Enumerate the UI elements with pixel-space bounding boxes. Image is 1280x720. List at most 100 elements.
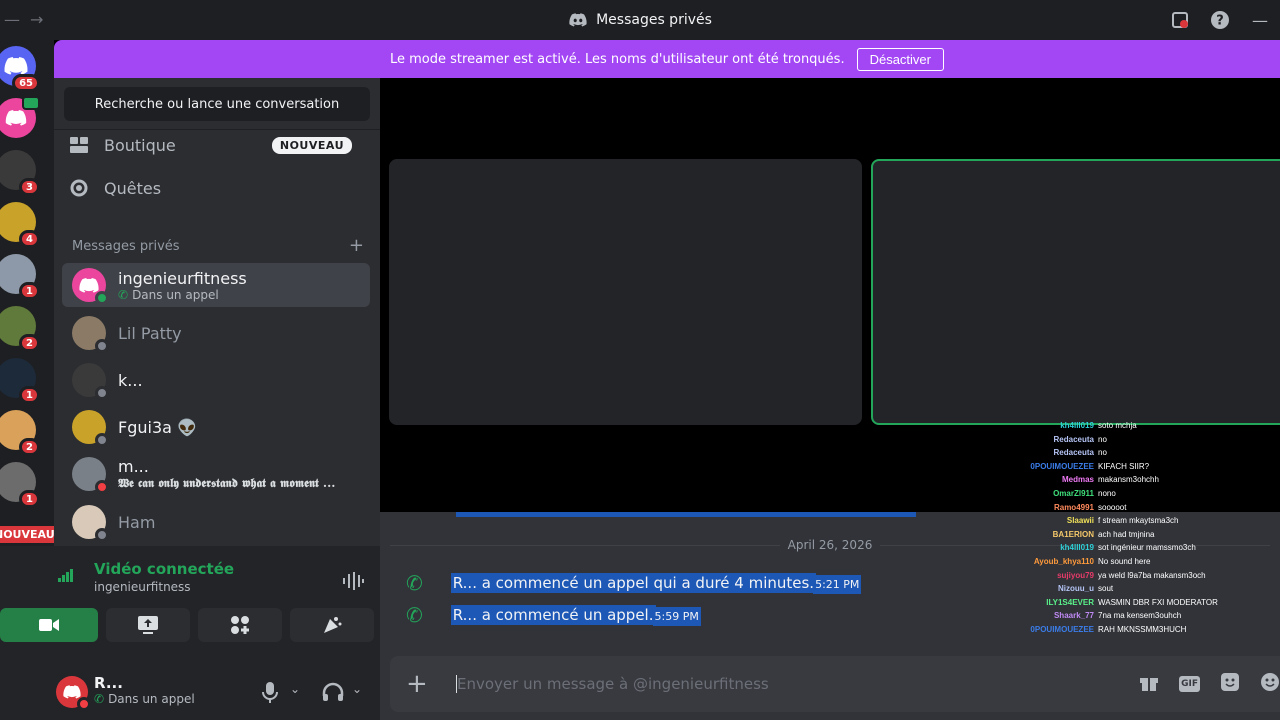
add-attachment-icon[interactable]: + (406, 669, 428, 699)
title-actions: ? — (1170, 10, 1270, 30)
status-online (95, 291, 109, 305)
guild-item[interactable]: 2 (0, 306, 40, 352)
user-info[interactable]: R... ✆ Dans un appel (94, 674, 195, 706)
stream-chat-line: kh4lll019 soto mchja (1020, 419, 1280, 433)
guild-item[interactable]: 4 (0, 202, 40, 248)
dm-sidebar: Recherche ou lance une conversation Bout… (0, 78, 426, 720)
disable-streamer-mode-button[interactable]: Désactiver (856, 47, 944, 71)
chevron-down-icon[interactable]: ⌄ (352, 682, 362, 696)
gift-icon[interactable] (1139, 672, 1159, 696)
camera-icon (39, 619, 59, 631)
status-offline (95, 528, 109, 542)
stream-chat-message: no (1098, 434, 1107, 444)
voice-channel[interactable]: ingenieurfitness (94, 580, 234, 594)
stream-chat-line: Ramo4991 sooooot (1020, 501, 1280, 515)
dm-item-fgui3a[interactable]: Fgui3a 👽 (62, 405, 370, 449)
stream-chat-message: makansm3ohchh (1098, 475, 1159, 485)
title-center: Messages privés (568, 10, 712, 30)
camera-button[interactable] (0, 608, 98, 642)
status-dnd (95, 480, 109, 494)
dm-header-label: Messages privés (72, 239, 180, 254)
stream-chat-line: ILY1S4EVER WASMIN DBR FXI MODERATOR (1020, 596, 1280, 610)
streamer-mode-banner: Le mode streamer est activé. Les noms d'… (54, 40, 1280, 78)
microphone-icon[interactable] (262, 682, 278, 708)
nav-shop[interactable]: Boutique NOUVEAU (68, 127, 368, 163)
phone-icon: ✆ (118, 287, 129, 302)
dm-item-lil-patty[interactable]: Lil Patty (62, 311, 370, 355)
screen-share-icon (138, 616, 158, 634)
gif-icon[interactable]: GIF (1179, 676, 1200, 692)
stream-chat-message: sout (1098, 584, 1114, 594)
dm-name: ingenieurfitness (118, 268, 247, 288)
stream-chat-message: nono (1098, 488, 1116, 498)
stream-chat-user: OmarZl911 (1053, 488, 1094, 498)
user-avatar[interactable] (56, 676, 91, 711)
shop-icon (70, 137, 88, 153)
dm-item-ingenieurfitness[interactable]: ingenieurfitness ✆ Dans un appel (62, 263, 370, 307)
search-input[interactable]: Recherche ou lance une conversation (64, 87, 370, 121)
title-bar: — → Messages privés ? — (0, 0, 1280, 40)
dm-name-text: Fgui3a (118, 417, 172, 437)
stream-chat-line: Medmas makansm3ohchh (1020, 473, 1280, 487)
stream-chat-line: BA1ERION ach had tmjnina (1020, 528, 1280, 542)
stream-chat-user: Shaark_77 (1053, 611, 1094, 621)
nav-quests[interactable]: Quêtes (68, 170, 368, 206)
chevron-down-icon[interactable]: ⌄ (290, 682, 300, 696)
voice-status[interactable]: Vidéo connectée (94, 560, 234, 578)
noise-suppression-icon[interactable] (342, 572, 364, 594)
activities-icon (231, 616, 249, 634)
stream-chat-line: OmarZl911 nono (1020, 487, 1280, 501)
dm-item-ham[interactable]: Ham (62, 500, 370, 544)
stream-chat-line: sujiyou79 ya weld l9a7ba makansm3och (1020, 569, 1280, 583)
help-icon[interactable]: ? (1210, 10, 1230, 30)
guild-item[interactable]: 2 (0, 410, 40, 456)
sticker-icon[interactable] (1220, 672, 1240, 696)
stream-chat-message: KIFACH SIIR? (1098, 461, 1150, 471)
inbox-icon[interactable] (1170, 10, 1190, 30)
phone-icon: ✆ (94, 692, 105, 706)
avatar (72, 457, 109, 494)
discord-logo-icon (79, 277, 99, 293)
message-timestamp[interactable]: 5:59 PM (652, 607, 701, 626)
dm-item-k[interactable]: k... (62, 358, 370, 402)
avatar (72, 410, 109, 447)
video-tile-speaking[interactable] (871, 159, 1280, 425)
headphones-icon[interactable] (322, 682, 344, 706)
dm-status: ✆ Dans un appel (118, 288, 247, 302)
arrow-right-icon[interactable]: → (30, 10, 43, 29)
stream-chat-line: Ayoub_khya110 No sound here (1020, 555, 1280, 569)
home-button[interactable]: 65 (0, 46, 40, 92)
arrow-left-icon[interactable]: — (4, 10, 20, 29)
stream-chat-user: sujiyou79 (1057, 570, 1094, 580)
create-dm-button[interactable]: + (349, 237, 364, 255)
video-tile[interactable] (389, 159, 862, 425)
dm-item-m[interactable]: m... 𝖂𝖊 𝖈𝖆𝖓 𝖔𝖓𝖑𝖞 𝖚𝖓𝖉𝖊𝖗𝖘𝖙𝖆𝖓𝖉 𝖜𝖍𝖆𝖙 𝖆 𝖒𝖔𝖒𝖊𝖓… (62, 452, 370, 496)
stream-chat-message: 7na ma kensem3ouhch (1098, 611, 1182, 621)
message-timestamp[interactable]: 5:21 PM (813, 575, 862, 594)
minimize-icon[interactable]: — (1250, 10, 1270, 30)
guild-item[interactable]: 1 (0, 254, 40, 300)
activities-button[interactable] (198, 608, 282, 642)
new-label: NOUVEAU (0, 526, 54, 543)
video-call-icon (22, 96, 40, 110)
stream-chat-overlay: kh4lll019 soto mchja Redaceuta no Redaceuta n… (1020, 419, 1280, 637)
guild-call-dm[interactable] (0, 96, 40, 138)
emoji-icon[interactable] (1260, 672, 1280, 696)
stream-chat-message: WASMIN DBR FXI MODERATOR (1098, 597, 1218, 607)
message-composer: + Envoyer un message à @ingenieurfitness… (390, 656, 1280, 712)
guild-item[interactable]: 1 (0, 358, 40, 404)
message-input[interactable]: Envoyer un message à @ingenieurfitness (456, 675, 769, 693)
discord-logo-icon (5, 110, 27, 126)
stream-chat-message: sooooot (1098, 502, 1127, 512)
guild-item[interactable]: 1 (0, 462, 40, 508)
stream-chat-line: Redaceuta no (1020, 433, 1280, 447)
phone-icon: ✆ (406, 603, 423, 627)
unread-badge: 1 (19, 282, 40, 300)
avatar (72, 363, 109, 400)
soundboard-button[interactable] (290, 608, 374, 642)
stream-chat-line: Nizouu_u sout (1020, 582, 1280, 596)
call-message: ✆ R... a commencé un appel qui a duré 4 … (406, 571, 862, 595)
screen-share-button[interactable] (106, 608, 190, 642)
guild-item[interactable]: 3 (0, 150, 40, 196)
avatar (72, 316, 109, 353)
